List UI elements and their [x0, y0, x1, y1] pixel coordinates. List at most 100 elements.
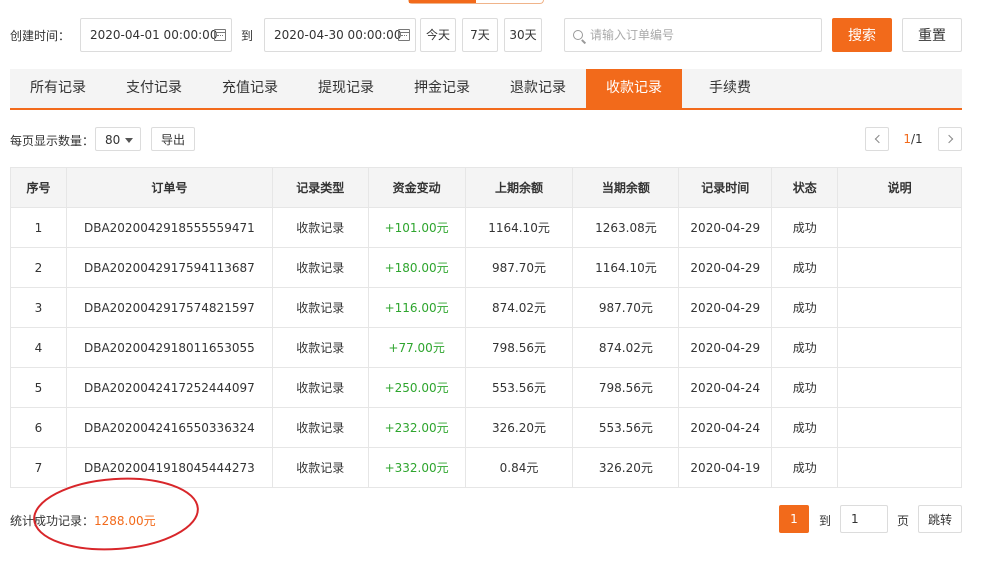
cell-index: 1	[10, 207, 67, 248]
cell-record-type: 收款记录	[271, 207, 369, 248]
cell-prev-balance: 987.70元	[464, 247, 574, 288]
cell-current-balance: 1164.10元	[572, 247, 680, 288]
table-row: 2 DBA2020042917594113687 收款记录 +180.00元 9…	[10, 247, 962, 288]
cell-prev-balance: 1164.10元	[464, 207, 574, 248]
cell-record-type: 收款记录	[271, 287, 369, 328]
caret-down-icon	[125, 138, 133, 143]
cell-current-balance: 326.20元	[572, 447, 680, 488]
cell-record-time: 2020-04-29	[678, 207, 773, 248]
cell-order-no: DBA2020042917574821597	[65, 287, 273, 328]
tab-fees[interactable]: 手续费	[682, 69, 778, 108]
search-button[interactable]: 搜索	[832, 18, 892, 52]
header-record-type: 记录类型	[271, 167, 369, 208]
cell-note	[837, 327, 962, 368]
created-time-label: 创建时间：	[10, 29, 71, 43]
cell-prev-balance: 874.02元	[464, 287, 574, 328]
table-row: 5 DBA2020042417252444097 收款记录 +250.00元 5…	[10, 367, 962, 408]
tab-withdraw-records[interactable]: 提现记录	[298, 69, 394, 108]
quick-7days-button[interactable]: 7天	[462, 18, 498, 52]
cell-note	[837, 247, 962, 288]
chevron-right-icon	[944, 134, 954, 144]
cell-note	[837, 367, 962, 408]
table-row: 4 DBA2020042918011653055 收款记录 +77.00元 79…	[10, 327, 962, 368]
header-prev-balance: 上期余额	[464, 167, 574, 208]
page-indicator: 1/1	[898, 132, 928, 146]
top-pill-left	[409, 0, 476, 3]
reset-button[interactable]: 重置	[902, 18, 962, 52]
tab-deposit-records[interactable]: 押金记录	[394, 69, 490, 108]
cell-amount-change: +101.00元	[367, 207, 466, 248]
table-row: 6 DBA2020042416550336324 收款记录 +232.00元 3…	[10, 407, 962, 448]
table-toolbar: 每页显示数量： 80 导出 1/1	[0, 127, 992, 151]
cell-status: 成功	[771, 447, 839, 488]
footer-pager: 1 到 页 跳转	[0, 505, 992, 533]
header-index: 序号	[10, 167, 67, 208]
records-table: 序号 订单号 记录类型 资金变动 上期余额 当期余额 记录时间 状态 说明 1 …	[10, 167, 962, 488]
cell-index: 3	[10, 287, 67, 328]
current-page-button[interactable]: 1	[779, 505, 809, 533]
cell-record-type: 收款记录	[271, 247, 369, 288]
table-row: 3 DBA2020042917574821597 收款记录 +116.00元 8…	[10, 287, 962, 328]
cell-order-no: DBA2020042918555559471	[65, 207, 273, 248]
cell-note	[837, 407, 962, 448]
cell-current-balance: 1263.08元	[572, 207, 680, 248]
cell-record-time: 2020-04-29	[678, 247, 773, 288]
tab-refund-records[interactable]: 退款记录	[490, 69, 586, 108]
cell-prev-balance: 326.20元	[464, 407, 574, 448]
cell-record-time: 2020-04-24	[678, 367, 773, 408]
cell-current-balance: 874.02元	[572, 327, 680, 368]
cell-current-balance: 553.56元	[572, 407, 680, 448]
table-row: 1 DBA2020042918555559471 收款记录 +101.00元 1…	[10, 207, 962, 248]
page-indicator-current: 1	[903, 132, 911, 146]
cell-amount-change: +77.00元	[367, 327, 466, 368]
tab-all-records[interactable]: 所有记录	[10, 69, 106, 108]
jump-button[interactable]: 跳转	[918, 505, 962, 533]
order-search-box	[564, 18, 822, 52]
next-page-button[interactable]	[938, 127, 962, 151]
cell-record-type: 收款记录	[271, 327, 369, 368]
cell-record-time: 2020-04-29	[678, 287, 773, 328]
filter-row: 创建时间： 2020-04-01 00:00:00 到 2020-04-30 0…	[0, 18, 992, 54]
cell-order-no: DBA2020042417252444097	[65, 367, 273, 408]
cell-status: 成功	[771, 327, 839, 368]
calendar-icon	[214, 29, 226, 41]
tab-payment-records[interactable]: 支付记录	[106, 69, 202, 108]
tab-receipt-records[interactable]: 收款记录	[586, 69, 682, 108]
header-current-balance: 当期余额	[572, 167, 680, 208]
date-range-to-label: 到	[241, 29, 254, 43]
order-search-input[interactable]	[590, 25, 810, 45]
export-button[interactable]: 导出	[151, 127, 195, 151]
cell-record-type: 收款记录	[271, 407, 369, 448]
prev-page-button[interactable]	[865, 127, 889, 151]
header-order-no: 订单号	[65, 167, 273, 208]
cell-order-no: DBA2020042917594113687	[65, 247, 273, 288]
cell-prev-balance: 0.84元	[464, 447, 574, 488]
tab-recharge-records[interactable]: 充值记录	[202, 69, 298, 108]
top-pill-stub	[408, 0, 544, 4]
cell-index: 6	[10, 407, 67, 448]
cell-index: 4	[10, 327, 67, 368]
cell-record-time: 2020-04-19	[678, 447, 773, 488]
end-date-field[interactable]: 2020-04-30 00:00:00	[264, 18, 416, 52]
quick-30days-button[interactable]: 30天	[504, 18, 542, 52]
goto-page-input[interactable]	[840, 505, 888, 533]
quick-today-button[interactable]: 今天	[420, 18, 456, 52]
header-amount-change: 资金变动	[367, 167, 466, 208]
cell-current-balance: 987.70元	[572, 287, 680, 328]
cell-prev-balance: 553.56元	[464, 367, 574, 408]
search-icon	[573, 30, 583, 40]
cell-status: 成功	[771, 207, 839, 248]
per-page-label: 每页显示数量：	[10, 134, 95, 148]
chevron-left-icon	[874, 134, 884, 144]
cell-order-no: DBA2020042416550336324	[65, 407, 273, 448]
cell-order-no: DBA2020042918011653055	[65, 327, 273, 368]
cell-amount-change: +180.00元	[367, 247, 466, 288]
per-page-select[interactable]: 80	[95, 127, 141, 151]
header-status: 状态	[771, 167, 839, 208]
header-note: 说明	[837, 167, 962, 208]
end-date-value: 2020-04-30 00:00:00	[274, 28, 402, 42]
per-page-value: 80	[105, 133, 121, 147]
start-date-field[interactable]: 2020-04-01 00:00:00	[80, 18, 232, 52]
cell-status: 成功	[771, 367, 839, 408]
cell-status: 成功	[771, 407, 839, 448]
